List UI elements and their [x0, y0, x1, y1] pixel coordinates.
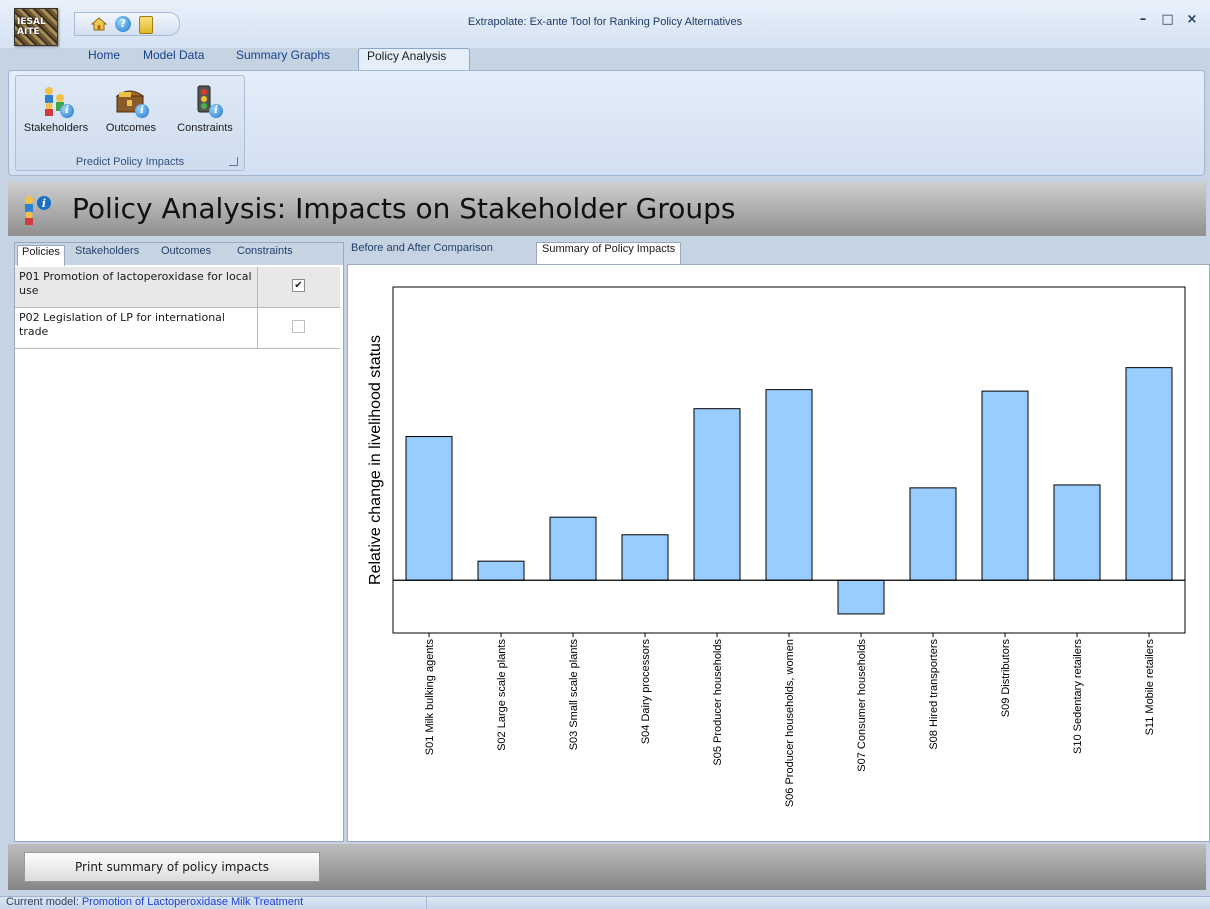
- minimize-button[interactable]: –: [1133, 12, 1153, 27]
- bar: [549, 516, 597, 581]
- status-divider: [426, 897, 427, 909]
- ribbon-tab-policy-analysis[interactable]: Policy Analysis: [358, 48, 470, 71]
- policy-checkbox[interactable]: ✔: [292, 279, 305, 292]
- bar: [693, 408, 741, 581]
- left-tab-strip: Policies Stakeholders Outcomes Constrain…: [15, 243, 343, 266]
- policy-row[interactable]: P01 Promotion of lactoperoxidase for loc…: [15, 267, 340, 308]
- x-tick-label: S08 Hired transporters: [928, 639, 940, 750]
- x-tick-label: S09 Distributors: [1000, 639, 1012, 718]
- policy-check-cell: [257, 308, 341, 348]
- chart-panel: S01 Milk bulking agents S02 Large scale p…: [347, 264, 1210, 842]
- bar: [405, 436, 453, 581]
- ribbon-tab-home[interactable]: Home: [80, 48, 128, 70]
- policy-check-cell: ✔: [257, 267, 341, 307]
- ribbon-group-predict-policy-impacts: i Stakeholders i Outcomes i Constraints …: [15, 75, 245, 171]
- stakeholders-button-label: Stakeholders: [23, 122, 89, 134]
- x-tick-label: S05 Producer households: [712, 639, 724, 766]
- bar: [1053, 484, 1101, 581]
- policy-list: P01 Promotion of lactoperoxidase for loc…: [15, 267, 340, 349]
- close-button[interactable]: ×: [1182, 12, 1202, 27]
- x-tick-label: S04 Dairy processors: [640, 639, 652, 745]
- constraints-button-label: Constraints: [177, 122, 233, 134]
- current-model-link[interactable]: Promotion of Lactoperoxidase Milk Treatm…: [82, 896, 303, 908]
- window-title: Extrapolate: Ex-ante Tool for Ranking Po…: [467, 16, 743, 28]
- bar: [909, 487, 957, 581]
- policy-row[interactable]: P02 Legislation of LP for international …: [15, 308, 340, 349]
- info-glyph: i: [42, 197, 46, 210]
- x-tick-label: S01 Milk bulking agents: [424, 639, 436, 756]
- impact-bar-chart: S01 Milk bulking agents S02 Large scale p…: [367, 286, 1186, 807]
- stakeholders-icon: i: [40, 84, 74, 118]
- y-axis-label: Relative change in livelihood status: [367, 335, 384, 585]
- tab-constraints[interactable]: Constraints: [233, 245, 297, 265]
- print-summary-button[interactable]: Print summary of policy impacts: [24, 852, 320, 882]
- ribbon-tab-model-data[interactable]: Model Data: [135, 48, 212, 70]
- tab-summary-of-policy-impacts[interactable]: Summary of Policy Impacts: [536, 242, 682, 265]
- bar: [621, 534, 669, 581]
- outcomes-button[interactable]: i Outcomes: [96, 80, 166, 146]
- info-badge-icon: i: [135, 104, 149, 118]
- traffic-light-icon: i: [189, 84, 223, 118]
- page-title: Policy Analysis: Impacts on Stakeholder …: [72, 192, 736, 225]
- status-bar: Current model: Promotion of Lactoperoxid…: [0, 896, 1210, 909]
- x-tick-label: S02 Large scale plants: [496, 639, 508, 751]
- bottom-bar: Print summary of policy impacts: [8, 844, 1206, 890]
- bar: [477, 560, 525, 581]
- bar: [765, 389, 813, 581]
- x-tick-label: S10 Sedentary retailers: [1072, 639, 1084, 754]
- info-badge-icon: i: [60, 104, 74, 118]
- x-tick-label: S03 Small scale plants: [568, 639, 580, 751]
- status-label: Current model:: [6, 896, 82, 908]
- ribbon-group-label: Predict Policy Impacts: [75, 156, 185, 168]
- status-text: Current model: Promotion of Lactoperoxid…: [6, 896, 303, 908]
- tab-policies[interactable]: Policies: [17, 245, 65, 266]
- treasure-chest-icon: i: [115, 84, 149, 118]
- maximize-button[interactable]: □: [1157, 12, 1177, 27]
- page-header: i Policy Analysis: Impacts on Stakeholde…: [8, 182, 1206, 236]
- window-controls: – □ ×: [1133, 12, 1202, 27]
- outcomes-button-label: Outcomes: [105, 122, 157, 134]
- x-tick-label: S06 Producer households, women: [784, 639, 796, 807]
- bar: [1125, 367, 1173, 581]
- info-badge-icon: i: [209, 104, 223, 118]
- constraints-button[interactable]: i Constraints: [170, 80, 240, 146]
- tab-outcomes[interactable]: Outcomes: [157, 245, 215, 265]
- ribbon: i Stakeholders i Outcomes i Constraints …: [8, 70, 1205, 176]
- x-tick-label: S11 Mobile retailers: [1144, 639, 1156, 736]
- tab-before-after-comparison[interactable]: Before and After Comparison: [346, 242, 498, 264]
- bar: [981, 390, 1029, 581]
- left-panel: Policies Stakeholders Outcomes Constrain…: [14, 242, 344, 842]
- x-tick-label: S07 Consumer households: [856, 639, 868, 772]
- dialog-launcher-icon[interactable]: [229, 157, 238, 166]
- title-bar: IESAL AITE ? Extrapolate: Ex-ante Tool f…: [0, 0, 1210, 48]
- bar: [837, 579, 885, 615]
- stakeholders-info-icon: i: [25, 196, 51, 225]
- policy-checkbox[interactable]: [292, 320, 305, 333]
- stakeholders-button[interactable]: i Stakeholders: [18, 80, 94, 146]
- policy-name: P02 Legislation of LP for international …: [19, 311, 225, 338]
- tab-stakeholders[interactable]: Stakeholders: [71, 245, 143, 265]
- right-tab-strip: Before and After Comparison Summary of P…: [346, 242, 1206, 265]
- policy-name: P01 Promotion of lactoperoxidase for loc…: [19, 270, 252, 297]
- ribbon-tab-summary-graphs[interactable]: Summary Graphs: [228, 48, 338, 70]
